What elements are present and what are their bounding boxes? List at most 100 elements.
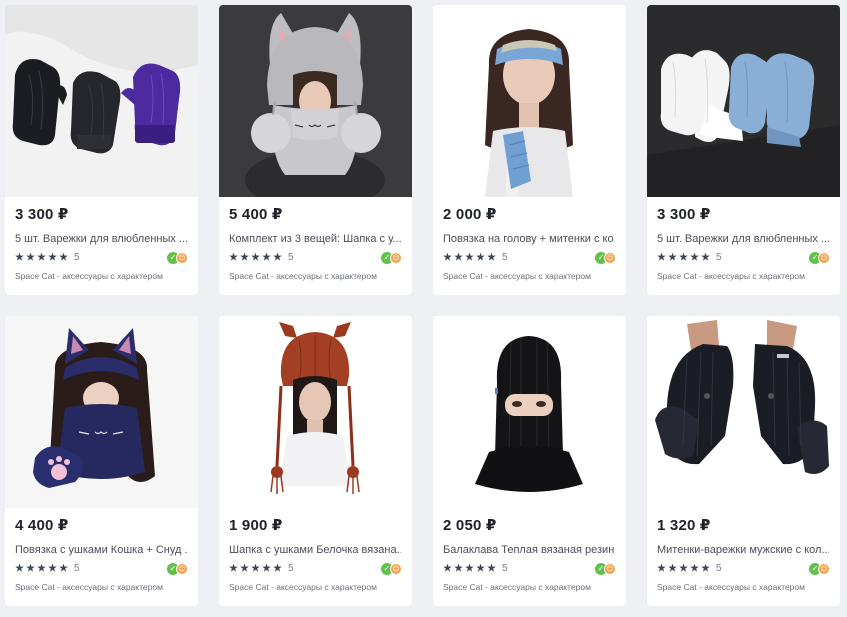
- star-icon: [262, 563, 271, 572]
- product-rating: 5: [229, 561, 294, 575]
- star-icon: [48, 563, 57, 572]
- star-icon: [262, 252, 271, 261]
- rating-value: 5: [716, 251, 722, 263]
- rating-value: 5: [716, 562, 722, 574]
- star-icon: [26, 563, 35, 572]
- seller-name[interactable]: Space Cat - аксессуары с характером: [15, 271, 195, 281]
- star-icon: [487, 563, 496, 572]
- product-image[interactable]: [433, 316, 626, 508]
- rating-value: 5: [288, 562, 294, 574]
- product-card[interactable]: 3 300 ₽ 5 шт. Варежки для влюбленных ...…: [5, 5, 198, 295]
- seller-badges: ✓ ☺: [167, 563, 188, 575]
- seller-badges: ✓ ☺: [595, 563, 616, 575]
- product-image[interactable]: [5, 316, 198, 508]
- seller-status-icon: ☺: [818, 252, 830, 264]
- star-icon: [273, 563, 282, 572]
- product-price: 1 320 ₽: [657, 517, 711, 534]
- product-image[interactable]: [433, 5, 626, 197]
- product-title[interactable]: Митенки-варежки мужские с кол...: [657, 544, 829, 556]
- seller-name[interactable]: Space Cat - аксессуары с характером: [657, 582, 837, 592]
- seller-name[interactable]: Space Cat - аксессуары с характером: [15, 582, 195, 592]
- seller-status-icon: ☺: [390, 252, 402, 264]
- star-icon: [37, 252, 46, 261]
- seller-badges: ✓ ☺: [381, 252, 402, 264]
- star-icon: [679, 563, 688, 572]
- product-card[interactable]: 1 900 ₽ Шапка с ушками Белочка вязана...…: [219, 316, 412, 606]
- rating-value: 5: [502, 562, 508, 574]
- star-icon: [251, 563, 260, 572]
- product-title[interactable]: Повязка на голову + митенки с ко...: [443, 233, 615, 245]
- rating-value: 5: [502, 251, 508, 263]
- seller-name[interactable]: Space Cat - аксессуары с характером: [229, 271, 409, 281]
- product-card[interactable]: 2 000 ₽ Повязка на голову + митенки с ко…: [433, 5, 626, 295]
- star-icon: [454, 252, 463, 261]
- star-icon: [240, 563, 249, 572]
- star-icon: [443, 563, 452, 572]
- star-icon: [26, 252, 35, 261]
- product-rating: 5: [15, 561, 80, 575]
- star-icon: [37, 563, 46, 572]
- product-title[interactable]: Шапка с ушками Белочка вязана...: [229, 544, 401, 556]
- star-icon: [465, 563, 474, 572]
- star-icon: [701, 563, 710, 572]
- product-image[interactable]: [647, 5, 840, 197]
- seller-name[interactable]: Space Cat - аксессуары с характером: [443, 271, 623, 281]
- product-title[interactable]: Повязка с ушками Кошка + Снуд ...: [15, 544, 187, 556]
- rating-value: 5: [74, 251, 80, 263]
- star-icon: [690, 252, 699, 261]
- product-image[interactable]: [219, 316, 412, 508]
- product-title[interactable]: 5 шт. Варежки для влюбленных ...: [657, 233, 829, 245]
- star-icon: [443, 252, 452, 261]
- star-icon: [59, 252, 68, 261]
- star-icon: [15, 563, 24, 572]
- star-icon: [229, 563, 238, 572]
- product-title[interactable]: Балаклава Теплая вязаная резин...: [443, 544, 615, 556]
- seller-badges: ✓ ☺: [809, 563, 830, 575]
- seller-name[interactable]: Space Cat - аксессуары с характером: [657, 271, 837, 281]
- product-card[interactable]: 2 050 ₽ Балаклава Теплая вязаная резин..…: [433, 316, 626, 606]
- product-card[interactable]: 1 320 ₽ Митенки-варежки мужские с кол...…: [647, 316, 840, 606]
- product-rating: 5: [657, 561, 722, 575]
- star-icon: [690, 563, 699, 572]
- star-icon: [476, 563, 485, 572]
- star-icon: [668, 252, 677, 261]
- product-price: 2 050 ₽: [443, 517, 497, 534]
- product-rating: 5: [657, 250, 722, 264]
- product-card[interactable]: 5 400 ₽ Комплект из 3 вещей: Шапка с у..…: [219, 5, 412, 295]
- product-rating: 5: [229, 250, 294, 264]
- product-price: 3 300 ₽: [15, 206, 69, 223]
- seller-status-icon: ☺: [818, 563, 830, 575]
- product-image[interactable]: [219, 5, 412, 197]
- star-icon: [59, 563, 68, 572]
- seller-badges: ✓ ☺: [809, 252, 830, 264]
- product-card[interactable]: 4 400 ₽ Повязка с ушками Кошка + Снуд ..…: [5, 316, 198, 606]
- product-rating: 5: [443, 561, 508, 575]
- product-title[interactable]: 5 шт. Варежки для влюбленных ...: [15, 233, 187, 245]
- rating-value: 5: [74, 562, 80, 574]
- star-icon: [701, 252, 710, 261]
- star-icon: [679, 252, 688, 261]
- star-icon: [15, 252, 24, 261]
- star-icon: [229, 252, 238, 261]
- star-icon: [273, 252, 282, 261]
- star-icon: [476, 252, 485, 261]
- product-rating: 5: [15, 250, 80, 264]
- product-title[interactable]: Комплект из 3 вещей: Шапка с у...: [229, 233, 401, 245]
- seller-badges: ✓ ☺: [381, 563, 402, 575]
- star-icon: [668, 563, 677, 572]
- product-card[interactable]: 3 300 ₽ 5 шт. Варежки для влюбленных ...…: [647, 5, 840, 295]
- star-icon: [657, 563, 666, 572]
- seller-status-icon: ☺: [604, 252, 616, 264]
- seller-status-icon: ☺: [176, 563, 188, 575]
- rating-value: 5: [288, 251, 294, 263]
- seller-status-icon: ☺: [176, 252, 188, 264]
- product-image[interactable]: [5, 5, 198, 197]
- seller-name[interactable]: Space Cat - аксессуары с характером: [443, 582, 623, 592]
- seller-badges: ✓ ☺: [167, 252, 188, 264]
- product-image[interactable]: [647, 316, 840, 508]
- product-rating: 5: [443, 250, 508, 264]
- star-icon: [657, 252, 666, 261]
- product-price: 4 400 ₽: [15, 517, 69, 534]
- seller-name[interactable]: Space Cat - аксессуары с характером: [229, 582, 409, 592]
- star-icon: [454, 563, 463, 572]
